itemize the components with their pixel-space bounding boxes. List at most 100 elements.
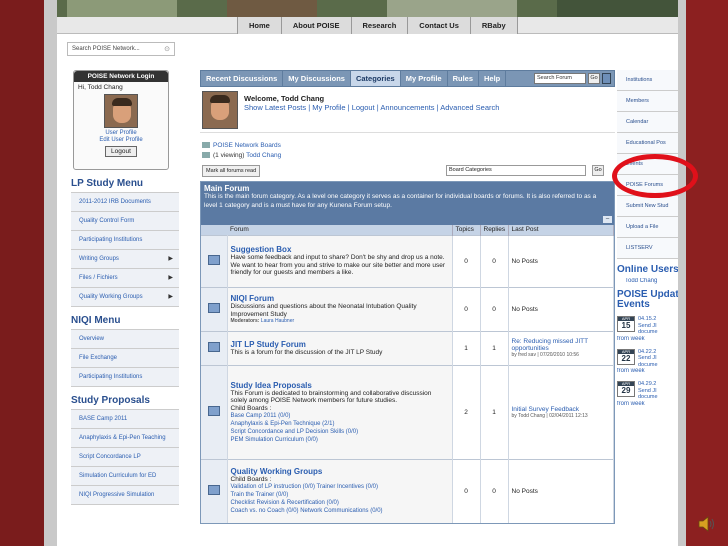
nav-contact[interactable]: Contact Us xyxy=(408,17,471,34)
child-board-link[interactable]: Checklist Revision & Recertification (0/… xyxy=(231,499,449,507)
forum-description: Discussions and questions about the Neon… xyxy=(230,303,417,318)
study-proposal-item[interactable]: Simulation Curriculum for ED xyxy=(71,467,179,486)
right-link-educational[interactable]: Educational Pos xyxy=(617,133,678,154)
online-user[interactable]: Todd Chang xyxy=(617,278,678,285)
chevron-right-icon: ▶ xyxy=(168,294,173,300)
event-entry[interactable]: APR 29 04.29.2 Send JI docume xyxy=(617,381,678,401)
calendar-icon: APR 22 xyxy=(617,348,635,365)
nav-home[interactable]: Home xyxy=(238,17,282,34)
forum-title[interactable]: JIT LP Study Forum xyxy=(231,340,449,349)
presentation-frame-left xyxy=(0,0,57,546)
forum-search-go-button[interactable]: Go xyxy=(588,73,600,84)
topic-count: 2 xyxy=(452,364,481,459)
layout-toggle-icon[interactable] xyxy=(602,73,611,84)
highlight-ring xyxy=(612,154,698,198)
clear-icon[interactable]: ⊙ xyxy=(164,44,170,56)
user-profile-link[interactable]: User Profile xyxy=(74,130,168,137)
reply-count: 1 xyxy=(480,330,509,365)
tab-my-discussions[interactable]: My Discussions xyxy=(283,71,351,86)
right-link-upload[interactable]: Upload a File xyxy=(617,217,678,238)
event-entry[interactable]: APR 22 04.22.2 Send JI docume xyxy=(617,348,678,369)
lp-menu-item[interactable]: Files / Fichiers ▶ xyxy=(71,269,179,288)
board-category-select[interactable]: Board Categories xyxy=(446,165,586,176)
welcome-links[interactable]: Show Latest Posts | My Profile | Logout … xyxy=(244,103,499,112)
niqi-menu-item[interactable]: Participating Institutions xyxy=(71,368,179,387)
speaker-icon[interactable] xyxy=(697,514,717,534)
child-boards-label: Child Boards : xyxy=(230,476,272,484)
child-board-link[interactable]: PEM Simulation Curriculum (0/0) xyxy=(231,436,449,444)
forum-title[interactable]: Study Idea Proposals xyxy=(231,381,449,390)
right-link-calendar[interactable]: Calendar xyxy=(617,112,678,133)
niqi-menu-item[interactable]: Overview xyxy=(71,330,179,349)
niqi-menu-item[interactable]: File Exchange xyxy=(71,349,179,368)
lp-menu-item[interactable]: Writing Groups ▶ xyxy=(71,250,179,269)
last-post: No Posts xyxy=(508,234,614,287)
nav-about[interactable]: About POISE xyxy=(282,17,352,34)
child-board-link[interactable]: Train the Trainer (0/0) xyxy=(231,491,449,499)
tab-rules[interactable]: Rules xyxy=(448,71,480,86)
forum-title[interactable]: Suggestion Box xyxy=(231,245,449,254)
event-entry[interactable]: APR 15 04.15.2 Send JI docume xyxy=(617,316,678,336)
top-navigation: Home About POISE Research Contact Us RBa… xyxy=(57,17,678,34)
last-post-meta: by fred sav | 07/20/2010 10:56 xyxy=(511,352,579,358)
niqi-menu-title: NIQI Menu xyxy=(71,315,121,326)
table-row: JIT LP Study Forum This is a forum for t… xyxy=(201,330,614,365)
right-link-members[interactable]: Members xyxy=(617,91,678,112)
child-board-link[interactable]: Coach vs. no Coach (0/0) Network Communi… xyxy=(231,507,449,515)
study-proposal-item[interactable]: Script Concordance LP xyxy=(71,448,179,467)
header-topics: Topics xyxy=(452,225,481,235)
table-row: Quality Working Groups Child Boards : Va… xyxy=(201,458,614,523)
viewing-user[interactable]: Todd Chang xyxy=(246,152,281,159)
collapse-icon[interactable]: – xyxy=(603,216,612,223)
main-forum-title[interactable]: Main Forum xyxy=(204,184,611,193)
lp-menu-item[interactable]: Quality Control Form xyxy=(71,212,179,231)
tab-recent-discussions[interactable]: Recent Discussions xyxy=(201,71,284,86)
study-proposal-item[interactable]: NIQI Progressive Simulation xyxy=(71,486,179,505)
tab-categories[interactable]: Categories xyxy=(350,71,401,86)
forum-icon xyxy=(207,406,220,416)
lp-menu: 2011-2012 IRB Documents Quality Control … xyxy=(71,192,179,307)
right-link-institutions[interactable]: Institutions xyxy=(617,70,678,91)
last-post-title[interactable]: Re: Reducing missed JITT opportunities xyxy=(512,338,611,352)
category-go-button[interactable]: Go xyxy=(592,165,604,176)
edit-profile-link[interactable]: Edit User Profile xyxy=(74,137,168,144)
breadcrumb-board[interactable]: POISE Network Boards xyxy=(213,142,281,149)
forum-icon xyxy=(207,485,220,496)
nav-research[interactable]: Research xyxy=(352,17,409,34)
site-search-input[interactable]: Search POISE Network... ⊙ xyxy=(67,42,175,56)
chevron-right-icon: ▶ xyxy=(168,256,173,262)
niqi-menu: Overview File Exchange Participating Ins… xyxy=(71,329,179,387)
study-proposal-item[interactable]: Anaphylaxis & Epi-Pen Teaching xyxy=(71,429,179,448)
study-proposal-item[interactable]: BASE Camp 2011 xyxy=(71,410,179,429)
mark-all-read-button[interactable]: Mark all forums read xyxy=(202,165,261,177)
reply-count: 0 xyxy=(480,234,509,287)
forum-title[interactable]: Quality Working Groups xyxy=(231,467,449,476)
event-from: from week xyxy=(617,335,645,342)
lp-menu-title: LP Study Menu xyxy=(71,178,144,189)
forum-search-input[interactable]: Search Forum xyxy=(534,73,586,84)
child-board-link[interactable]: Script Concordance and LP Decision Skill… xyxy=(231,428,449,436)
tab-help[interactable]: Help xyxy=(479,71,507,86)
reply-count: 1 xyxy=(480,364,509,459)
table-row: Study Idea Proposals This Forum is dedic… xyxy=(201,364,614,459)
forum-description: This is a forum for the discussion of th… xyxy=(230,348,383,356)
events-title: Events xyxy=(617,300,650,310)
lp-menu-item[interactable]: Participating Institutions xyxy=(71,231,179,250)
forum-actions: Mark all forums read Board Categories Go xyxy=(200,165,615,177)
right-link-submit-study[interactable]: Submit New Stud xyxy=(617,196,678,217)
main-forum-header: Main Forum This is the main forum catego… xyxy=(201,182,614,225)
nav-rbaby[interactable]: RBaby xyxy=(471,17,518,34)
right-link-listserv[interactable]: LISTSERV xyxy=(617,238,678,259)
forum-table: Forum Topics Replies Last Post Suggestio… xyxy=(201,225,614,523)
tab-my-profile[interactable]: My Profile xyxy=(401,71,448,86)
forum-title[interactable]: NIQI Forum xyxy=(231,294,449,303)
login-greeting: Hi, Todd Chang xyxy=(78,84,123,91)
lp-menu-item[interactable]: 2011-2012 IRB Documents xyxy=(71,193,179,212)
child-board-link[interactable]: Base Camp 2011 (0/0) xyxy=(231,412,449,420)
last-post-title[interactable]: Initial Survey Feedback xyxy=(512,406,611,413)
topic-count: 1 xyxy=(452,330,481,365)
logout-button[interactable]: Logout xyxy=(105,146,137,157)
child-board-link[interactable]: Anaphylaxis & Epi-Pen Technique (2/1) xyxy=(231,420,449,428)
child-board-link[interactable]: Validation of LP instruction (0/0) Train… xyxy=(231,483,449,491)
lp-menu-item[interactable]: Quality Working Groups ▶ xyxy=(71,288,179,307)
